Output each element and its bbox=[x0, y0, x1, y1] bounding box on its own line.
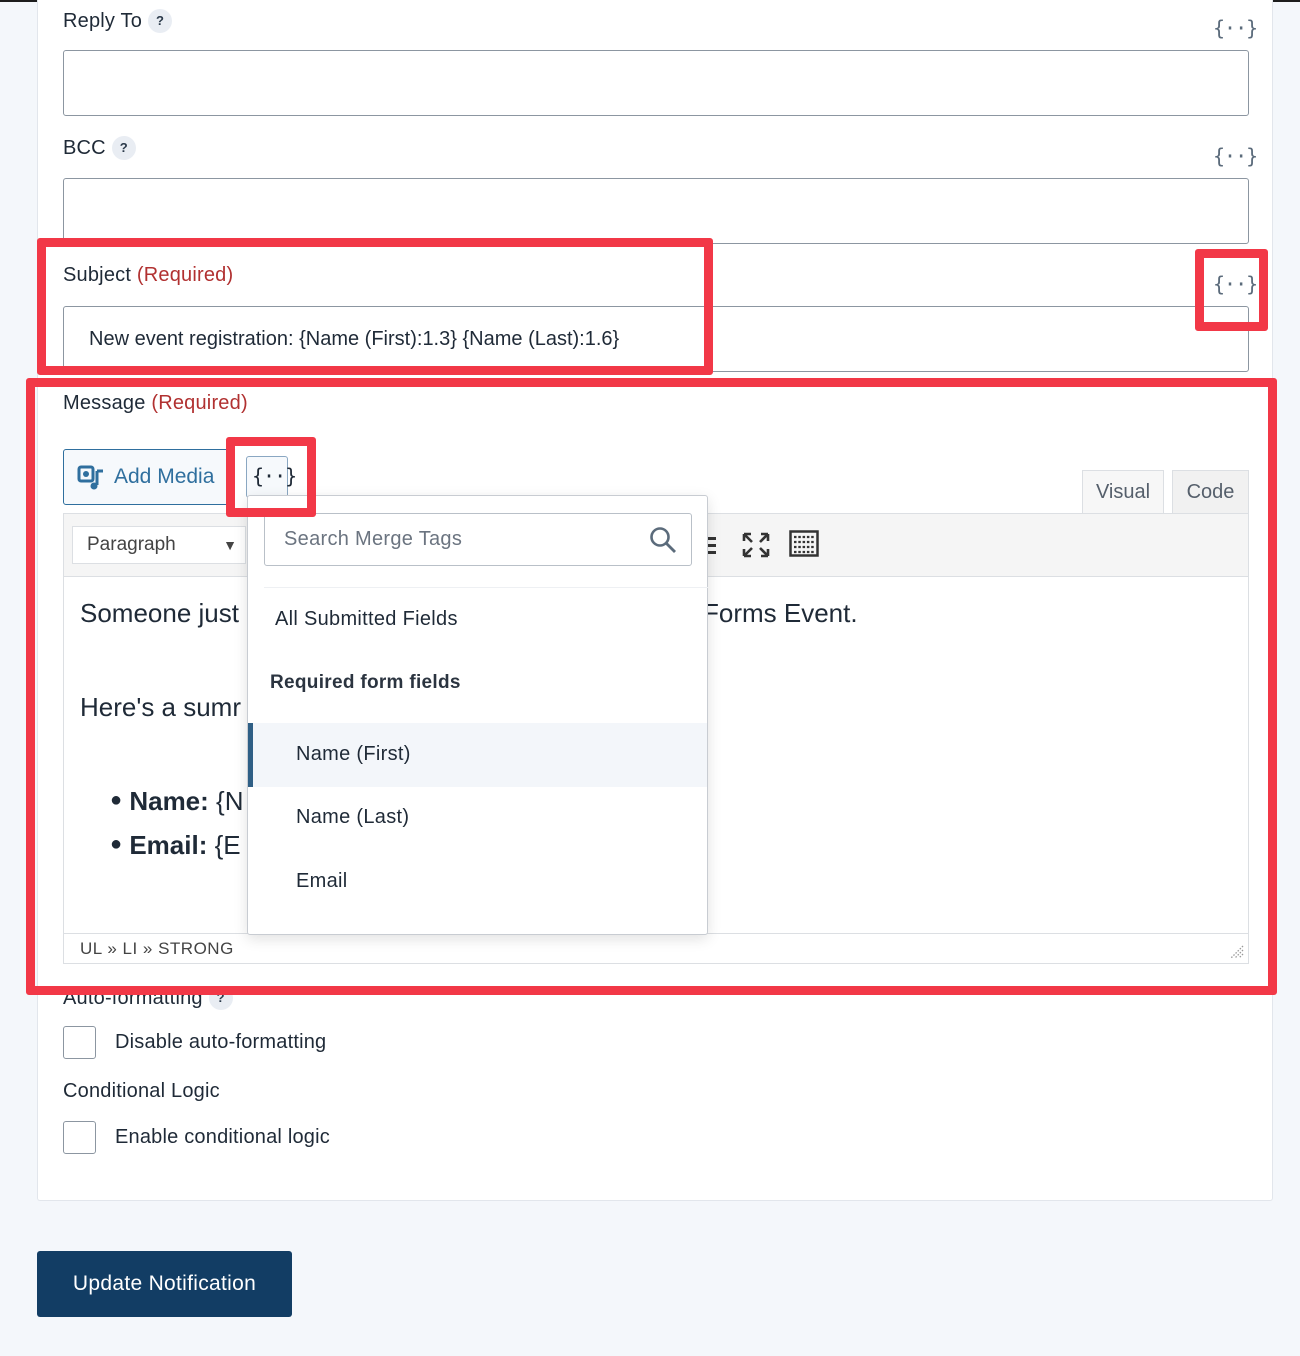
enable-conditional-logic-label: Enable conditional logic bbox=[115, 1126, 330, 1148]
highlight-subject-merge-icon bbox=[1195, 249, 1268, 331]
disable-auto-formatting-label: Disable auto-formatting bbox=[115, 1031, 327, 1053]
help-icon[interactable]: ? bbox=[111, 136, 136, 160]
highlight-merge-button bbox=[226, 437, 316, 517]
bcc-label-text: BCC bbox=[63, 137, 106, 159]
merge-tag-icon[interactable]: {··} bbox=[1213, 144, 1258, 168]
bcc-label: BCC? bbox=[63, 136, 136, 160]
reply-to-label-text: Reply To bbox=[63, 10, 143, 32]
disable-auto-formatting-checkbox[interactable] bbox=[63, 1026, 96, 1059]
reply-to-input[interactable] bbox=[63, 50, 1249, 116]
highlight-message bbox=[26, 378, 1277, 995]
bcc-input[interactable] bbox=[63, 178, 1249, 244]
merge-tag-icon[interactable]: {··} bbox=[1213, 16, 1258, 40]
help-icon[interactable]: ? bbox=[148, 9, 173, 33]
reply-to-label: Reply To? bbox=[63, 9, 173, 33]
conditional-logic-label: Conditional Logic bbox=[63, 1080, 220, 1102]
highlight-subject bbox=[37, 238, 713, 375]
update-notification-button[interactable]: Update Notification bbox=[37, 1251, 292, 1317]
enable-conditional-logic-checkbox[interactable] bbox=[63, 1121, 96, 1154]
